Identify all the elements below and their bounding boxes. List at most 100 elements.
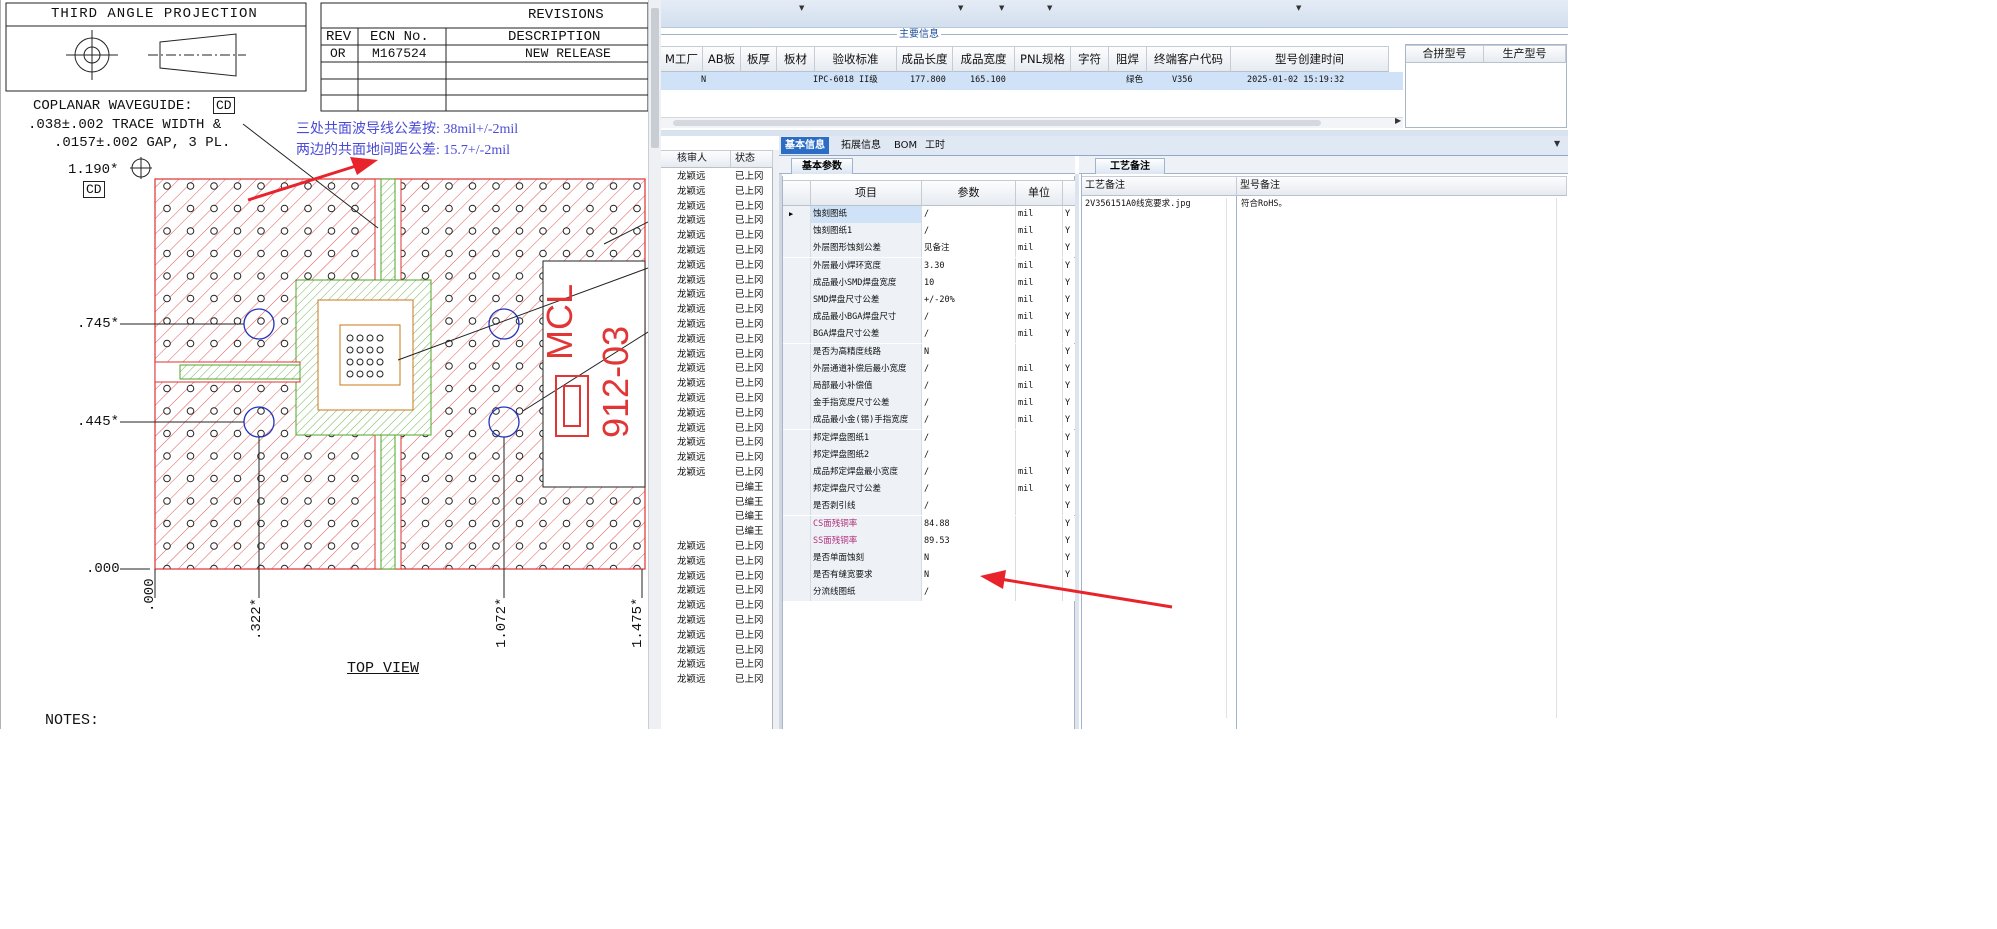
list-reviewer[interactable]: 龙颖远 (677, 554, 706, 569)
param-row[interactable]: 成品邦定焊盘最小宽度 / mil Y (783, 464, 1076, 481)
grid-col-header[interactable]: 字符 (1071, 46, 1109, 72)
grid-col-header[interactable]: 成品长度 (897, 46, 953, 72)
craft-note-cell[interactable]: 2V356151A0线宽要求.jpg (1082, 196, 1237, 729)
list-status[interactable]: 已上冈 (735, 391, 764, 406)
list-status[interactable]: 已上冈 (735, 228, 764, 243)
list-status[interactable]: 已上冈 (735, 258, 764, 273)
list-reviewer[interactable]: 龙颖远 (677, 169, 706, 184)
list-reviewer[interactable]: 龙颖远 (677, 406, 706, 421)
list-status[interactable]: 已上冈 (735, 613, 764, 628)
status-header[interactable]: 状态 (731, 150, 773, 168)
grid-col-header[interactable]: AB板 (703, 46, 741, 72)
list-status[interactable]: 已上冈 (735, 569, 764, 584)
list-status[interactable]: 已上冈 (735, 539, 764, 554)
param-row[interactable]: ▶ 蚀刻图纸 / mil Y (783, 206, 1076, 223)
list-reviewer[interactable]: 龙颖远 (677, 672, 706, 687)
list-status[interactable]: 已上冈 (735, 598, 764, 613)
list-status[interactable]: 已上冈 (735, 213, 764, 228)
list-reviewer[interactable]: 龙颖远 (677, 465, 706, 480)
list-status[interactable]: 已编王 (735, 509, 764, 524)
param-unit-header[interactable]: 单位 (1016, 180, 1063, 206)
list-reviewer[interactable]: 龙颖远 (677, 435, 706, 450)
list-reviewer[interactable]: 龙颖远 (677, 184, 706, 199)
grid-col-header[interactable]: 终端客户代码 (1147, 46, 1231, 72)
param-row[interactable]: 成品最小SMD焊盘宽度 10 mil Y (783, 274, 1076, 292)
list-status[interactable]: 已编王 (735, 495, 764, 510)
param-row[interactable]: 是否剥引线 / Y (783, 498, 1076, 516)
list-reviewer[interactable]: 龙颖远 (677, 213, 706, 228)
horizontal-scrollbar[interactable]: ▶ (661, 116, 1403, 128)
tab-extended-info[interactable]: 拓展信息 (837, 137, 885, 154)
param-item-header[interactable]: 项目 (811, 180, 922, 206)
param-row[interactable]: 成品最小金(锡)手指宽度 / mil Y (783, 412, 1076, 430)
grid-col-header[interactable]: 型号创建时间 (1231, 46, 1389, 72)
list-reviewer[interactable]: 龙颖远 (677, 302, 706, 317)
param-row[interactable]: SS面残铜率 89.53 Y (783, 532, 1076, 550)
dropdown-caret-icon[interactable]: ▼ (1296, 4, 1301, 12)
grid-col-header[interactable]: 板材 (777, 46, 815, 72)
param-row[interactable]: CS面残铜率 84.88 Y (783, 515, 1076, 533)
list-status[interactable]: 已上冈 (735, 199, 764, 214)
list-status[interactable]: 已上冈 (735, 287, 764, 302)
param-row[interactable]: 蚀刻图纸1/mil Y (783, 223, 1076, 241)
list-reviewer[interactable]: 龙颖远 (677, 347, 706, 362)
list-reviewer[interactable]: 龙颖远 (677, 421, 706, 436)
params-splitter[interactable] (1075, 174, 1079, 729)
craft-note-scroll[interactable] (1226, 198, 1234, 718)
scroll-thumb[interactable] (651, 8, 659, 148)
grid-col-header[interactable]: 验收标准 (815, 46, 897, 72)
subtab-craft-notes[interactable]: 工艺备注 (1095, 158, 1165, 174)
list-reviewer[interactable]: 龙颖远 (677, 583, 706, 598)
list-reviewer[interactable]: 龙颖远 (677, 643, 706, 658)
dropdown-caret-icon[interactable]: ▼ (1047, 4, 1052, 12)
tab-work-hours[interactable]: 工时 (921, 137, 949, 154)
list-reviewer[interactable]: 龙颖远 (677, 287, 706, 302)
param-row[interactable]: 是否为高精度线路 N Y (783, 343, 1076, 361)
param-value-header[interactable]: 参数 (922, 180, 1016, 206)
list-status[interactable]: 已上冈 (735, 184, 764, 199)
craft-note-header[interactable]: 工艺备注 (1082, 176, 1237, 196)
grid-col-header[interactable]: M工厂 (661, 46, 703, 72)
list-status[interactable]: 已上冈 (735, 332, 764, 347)
scroll-right-icon[interactable]: ▶ (1395, 116, 1401, 125)
merge-model-header[interactable]: 合拼型号 (1406, 45, 1484, 63)
list-status[interactable]: 已上冈 (735, 450, 764, 465)
grid-col-header[interactable]: 板厚 (741, 46, 777, 72)
grid-col-header[interactable]: 成品宽度 (953, 46, 1015, 72)
list-reviewer[interactable]: 龙颖远 (677, 258, 706, 273)
reviewer-header[interactable]: 核审人 (661, 150, 731, 168)
list-status[interactable]: 已上冈 (735, 421, 764, 436)
list-reviewer[interactable]: 龙颖远 (677, 569, 706, 584)
list-status[interactable]: 已上冈 (735, 376, 764, 391)
list-status[interactable]: 已上冈 (735, 657, 764, 672)
tab-menu-caret-icon[interactable]: ▼ (1554, 139, 1560, 148)
list-status[interactable]: 已上冈 (735, 554, 764, 569)
list-reviewer[interactable]: 龙颖远 (677, 450, 706, 465)
dropdown-caret-icon[interactable]: ▼ (999, 4, 1004, 12)
param-row[interactable]: 邦定焊盘图纸2/Y (783, 446, 1076, 464)
dropdown-caret-icon[interactable]: ▼ (799, 4, 804, 12)
list-status[interactable]: 已上冈 (735, 243, 764, 258)
list-status[interactable]: 已上冈 (735, 302, 764, 317)
tab-basic-info[interactable]: 基本信息 (781, 137, 829, 154)
scroll-thumb[interactable] (673, 120, 1321, 126)
list-status[interactable]: 已上冈 (735, 465, 764, 480)
model-note-scroll[interactable] (1556, 198, 1566, 718)
main-grid-row-selected[interactable]: N IPC-6018 II级 177.800 165.100 绿色 V356 2… (661, 72, 1403, 90)
vertical-scrollbar[interactable] (648, 0, 661, 729)
list-status[interactable]: 已上冈 (735, 406, 764, 421)
list-status[interactable]: 已上冈 (735, 672, 764, 687)
grid-col-header[interactable]: 阻焊 (1109, 46, 1147, 72)
param-row[interactable]: 外层通道补偿后最小宽度 / mil Y (783, 360, 1076, 378)
list-status[interactable]: 已上冈 (735, 583, 764, 598)
dropdown-caret-icon[interactable]: ▼ (958, 4, 963, 12)
list-reviewer[interactable]: 龙颖远 (677, 361, 706, 376)
list-reviewer[interactable]: 龙颖远 (677, 613, 706, 628)
model-note-header[interactable]: 型号备注 (1237, 176, 1567, 196)
subtab-basic-params[interactable]: 基本参数 (791, 158, 853, 174)
param-row[interactable]: 金手指宽度尺寸公差 / mil Y (783, 395, 1076, 413)
list-status[interactable]: 已上冈 (735, 643, 764, 658)
param-row[interactable]: 局部最小补偿值 / mil Y (783, 378, 1076, 395)
list-status[interactable]: 已上冈 (735, 273, 764, 288)
param-row[interactable]: 邦定焊盘图纸1/Y (783, 429, 1076, 447)
